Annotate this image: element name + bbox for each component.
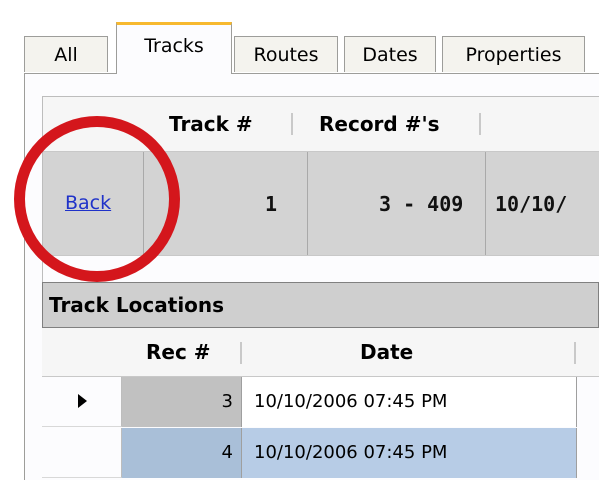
records-cell: 3 - 409 <box>379 192 464 216</box>
rec-no-cell: 3 <box>122 377 242 427</box>
date-cell: 10/10/2006 07:45 PM <box>242 428 577 478</box>
rec-no-cell: 4 <box>122 428 242 478</box>
tab-tracks-label: Tracks <box>144 35 204 57</box>
highlight-circle <box>14 116 180 282</box>
column-header-records[interactable]: Record #'s <box>319 97 440 151</box>
cell-divider <box>485 152 486 255</box>
tab-tracks[interactable]: Tracks <box>116 22 232 74</box>
table-row[interactable]: 3 10/10/2006 07:45 PM <box>42 377 599 427</box>
tab-all-label: All <box>54 43 78 66</box>
tab-properties-label: Properties <box>465 43 562 66</box>
column-header-rec-no[interactable]: Rec # <box>146 328 211 376</box>
track-locations-header: Rec # Date <box>42 328 599 377</box>
tab-dates-label: Dates <box>362 43 418 66</box>
track-no-cell: 1 <box>265 192 278 216</box>
date-cell: 10/10/2006 07:45 PM <box>242 377 577 427</box>
column-header-track-no[interactable]: Track # <box>169 97 253 151</box>
track-locations-title: Track Locations <box>42 282 599 328</box>
tab-dates[interactable]: Dates <box>344 36 436 72</box>
tab-routes-label: Routes <box>253 43 319 66</box>
track-locations-grid: Track Locations Rec # Date 3 10/10/2006 … <box>42 282 599 480</box>
row-selector[interactable] <box>42 377 122 427</box>
column-separator[interactable] <box>574 342 576 364</box>
column-separator[interactable] <box>479 113 481 135</box>
table-row[interactable]: 4 10/10/2006 07:45 PM <box>42 428 599 478</box>
column-separator[interactable] <box>240 342 242 364</box>
cell-divider <box>307 152 308 255</box>
column-header-date[interactable]: Date <box>360 328 413 376</box>
date-cell: 10/10/ <box>495 192 568 216</box>
row-selector[interactable] <box>42 428 122 478</box>
tab-routes[interactable]: Routes <box>234 36 338 72</box>
column-separator[interactable] <box>291 113 293 135</box>
tab-properties[interactable]: Properties <box>442 36 585 72</box>
tab-all[interactable]: All <box>24 36 108 72</box>
tab-strip: All Tracks Routes Dates Properties <box>24 22 599 74</box>
current-row-arrow-icon <box>78 394 87 408</box>
